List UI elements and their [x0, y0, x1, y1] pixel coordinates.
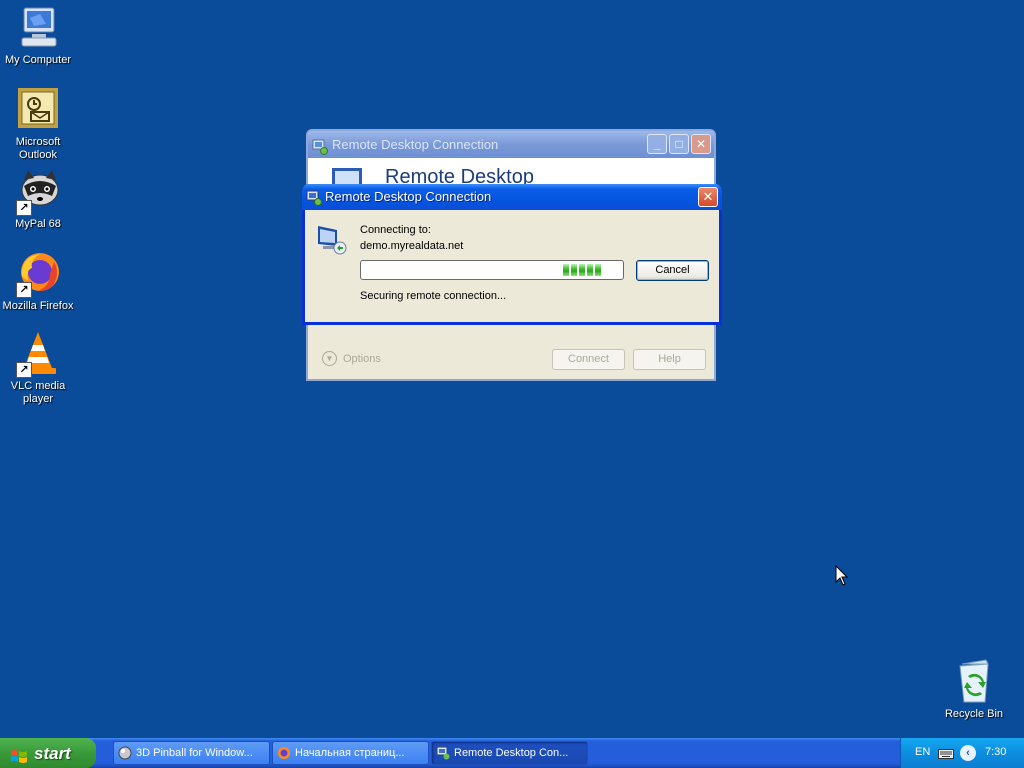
desktop-icon-label: VLC media player	[10, 380, 66, 405]
banner-title: Remote Desktop	[385, 166, 534, 186]
main-window-titlebar[interactable]: Remote Desktop Connection _ □ ✕	[308, 131, 714, 158]
tray-expand-icon[interactable]: ‹	[960, 745, 976, 761]
raccoon-icon: ↗	[14, 168, 62, 216]
firefox-icon: ↗	[14, 250, 62, 298]
taskbar-item-pinball[interactable]: 3D Pinball for Window...	[113, 741, 270, 765]
windows-flag-icon	[10, 745, 28, 763]
shortcut-arrow-icon: ↗	[16, 282, 32, 298]
options-label: Options	[343, 352, 381, 365]
recycle-bin-icon	[950, 658, 998, 706]
start-label: start	[34, 744, 71, 763]
system-tray: EN ‹ 7:30	[900, 738, 1024, 768]
taskbar-item-remote-desktop[interactable]: Remote Desktop Con...	[431, 741, 588, 765]
progress-chunk	[563, 264, 569, 276]
shortcut-arrow-icon: ↗	[16, 200, 32, 216]
main-window-banner: Remote Desktop	[308, 158, 714, 186]
remote-desktop-icon	[436, 746, 450, 764]
vlc-cone-icon: ↗	[14, 330, 62, 378]
close-icon[interactable]: ✕	[698, 187, 718, 207]
taskbar-item-label: Начальная страниц...	[295, 747, 405, 759]
desktop-icon-outlook[interactable]: Microsoft Outlook	[0, 86, 76, 162]
dialog-title: Remote Desktop Connection	[325, 189, 492, 204]
outlook-icon	[14, 86, 62, 134]
clock: 7:30	[985, 746, 1007, 758]
firefox-icon	[277, 746, 291, 764]
host-name: demo.myrealdata.net	[360, 240, 464, 252]
mouse-cursor-icon	[835, 564, 849, 592]
desktop-icon-firefox[interactable]: ↗ Mozilla Firefox	[0, 250, 76, 313]
progress-chunk	[579, 264, 585, 276]
main-window-title: Remote Desktop Connection	[332, 137, 499, 152]
connecting-to-label: Connecting to:	[360, 224, 431, 236]
taskbar-item-label: 3D Pinball for Window...	[136, 747, 253, 759]
desktop-icon-recycle-bin[interactable]: Recycle Bin	[936, 658, 1012, 721]
minimize-icon[interactable]: _	[647, 134, 667, 154]
help-button[interactable]: Help	[633, 349, 706, 370]
shortcut-arrow-icon: ↗	[16, 362, 32, 378]
options-toggle[interactable]: ▼ Options	[322, 351, 381, 366]
desktop-icon-label: MyPal 68	[15, 218, 61, 230]
banner-computer-icon	[328, 164, 368, 186]
remote-computer-icon	[315, 222, 349, 261]
connection-progress-bar	[360, 260, 624, 280]
cancel-button[interactable]: Cancel	[636, 260, 709, 281]
connection-status: Securing remote connection...	[360, 290, 507, 302]
dialog-titlebar[interactable]: Remote Desktop Connection ✕	[302, 184, 722, 210]
desktop-icon-label: My Computer	[4, 54, 72, 66]
computer-icon	[14, 4, 62, 52]
taskbar: start 3D Pinball for Window... Начальная…	[0, 738, 1024, 768]
keyboard-icon[interactable]	[938, 747, 954, 765]
desktop-icon-label: Mozilla Firefox	[2, 300, 74, 312]
connecting-dialog: Remote Desktop Connection ✕ Connecting t…	[302, 184, 722, 325]
start-button[interactable]: start	[0, 738, 96, 768]
chevron-down-icon: ▼	[322, 351, 337, 366]
taskbar-item-browser[interactable]: Начальная страниц...	[272, 741, 429, 765]
close-icon[interactable]: ✕	[691, 134, 711, 154]
taskbar-item-label: Remote Desktop Con...	[454, 747, 569, 759]
language-indicator[interactable]: EN	[915, 746, 930, 758]
desktop-icon-mypal[interactable]: ↗ MyPal 68	[0, 168, 76, 231]
progress-chunk	[571, 264, 577, 276]
desktop-icon-label: Microsoft Outlook	[15, 136, 61, 161]
desktop-icon-label: Recycle Bin	[944, 708, 1004, 720]
progress-chunk	[595, 264, 601, 276]
connect-button[interactable]: Connect	[552, 349, 625, 370]
desktop-icon-my-computer[interactable]: My Computer	[0, 4, 76, 67]
maximize-icon[interactable]: □	[669, 134, 689, 154]
progress-chunk	[587, 264, 593, 276]
desktop-icon-vlc[interactable]: ↗ VLC media player	[0, 330, 76, 406]
pinball-icon	[118, 746, 132, 764]
